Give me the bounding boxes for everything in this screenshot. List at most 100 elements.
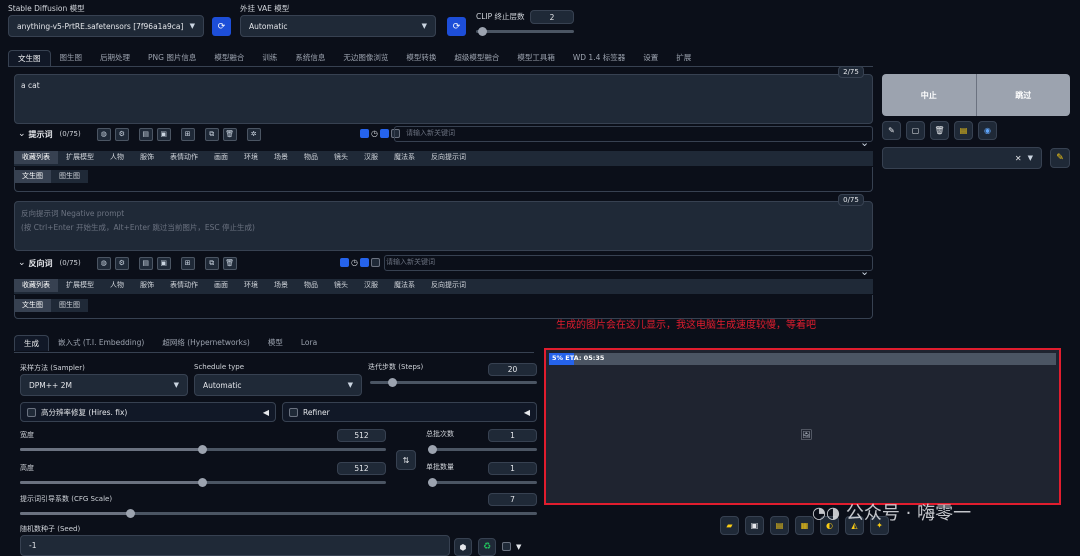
checkbox-checked[interactable] [360,128,369,138]
checkbox[interactable] [390,128,400,138]
negative-category-tab-6[interactable]: 环境 [236,279,266,292]
trash-icon[interactable]: 🗑 [222,256,237,270]
batch-count-input[interactable]: 1 [488,429,537,442]
slider-knob[interactable] [198,478,207,487]
pencil-icon[interactable]: ✎ [882,121,901,140]
negative-category-tab-7[interactable]: 场景 [266,279,296,292]
category-tab-0[interactable]: 收藏列表 [14,151,58,164]
negative-category-tab-10[interactable]: 汉服 [356,279,386,292]
checkbox-checked[interactable] [340,257,349,267]
refiner-checkbox[interactable] [289,407,298,417]
grid-icon[interactable]: ⊞ [180,256,195,270]
main-tab-1[interactable]: 图生图 [51,50,92,66]
swap-dimensions-button[interactable]: ⇅ [396,450,416,470]
cfg-slider[interactable] [20,509,537,518]
gen-tab-4[interactable]: Lora [292,335,326,351]
checkbox-checked[interactable] [359,257,369,267]
refresh-vae-button[interactable]: ⟳ [447,17,466,36]
recycle-icon[interactable]: ♻ [478,538,496,556]
negative-keyword-box[interactable] [384,255,873,271]
hires-fix-accordion[interactable]: 高分辨率修复 (Hires. fix) ◀ [20,402,276,422]
batch-size-input[interactable]: 1 [488,462,537,475]
height-slider[interactable] [20,478,386,487]
styles-select[interactable]: ✕ ▼ [882,147,1042,169]
slider-knob[interactable] [198,445,207,454]
main-tab-10[interactable]: 模型工具箱 [508,50,564,66]
refresh-model-button[interactable]: ⟳ [212,17,231,36]
main-tab-11[interactable]: WD 1.4 标签器 [564,50,634,66]
paste-icon[interactable]: ▤ [138,256,153,270]
negative-category-tab-9[interactable]: 镜头 [326,279,356,292]
clip-skip-slider[interactable] [476,27,574,36]
settings-icon[interactable]: ✲ [246,127,261,141]
slider-knob[interactable] [126,509,135,518]
prompt-textarea[interactable]: a cat [14,74,873,124]
save-icon[interactable]: ▣ [156,127,171,141]
height-input[interactable]: 512 [337,462,386,475]
expand-icon[interactable]: ⌄ [860,136,869,149]
category-tab-8[interactable]: 物品 [296,151,326,164]
interrupt-button[interactable]: 中止 [882,74,977,116]
checkbox[interactable] [370,257,380,267]
negative-category-tab-2[interactable]: 人物 [102,279,132,292]
folder-icon[interactable]: ▰ [720,516,739,535]
zip-icon[interactable]: ▤ [770,516,789,535]
gear-icon[interactable]: ⚙ [114,127,129,141]
clip-skip-input[interactable]: 2 [530,10,574,24]
dice-icon[interactable]: ⬢ [454,538,472,556]
width-input[interactable]: 512 [337,429,386,442]
negative-category-tab-4[interactable]: 表情动作 [162,279,206,292]
seed-input[interactable]: -1 [20,535,450,556]
copy-icon[interactable]: ⧉ [204,256,219,270]
main-tab-13[interactable]: 扩展 [667,50,700,66]
edit-style-icon[interactable]: ✎ [1050,148,1070,168]
category-tab-7[interactable]: 场景 [266,151,296,164]
gen-tab-0[interactable]: 生成 [14,335,49,351]
hires-checkbox[interactable] [27,407,36,417]
collapse-icon[interactable]: ⌄ [18,129,26,139]
main-tab-6[interactable]: 系统信息 [286,50,334,66]
checkbox-checked[interactable] [379,128,389,138]
gen-tab-3[interactable]: 模型 [259,335,292,351]
slider-knob[interactable] [388,378,397,387]
negative-category-tab-11[interactable]: 魔法系 [386,279,423,292]
main-tab-2[interactable]: 后期处理 [91,50,139,66]
steps-input[interactable]: 20 [488,363,537,376]
main-tab-8[interactable]: 模型转换 [397,50,445,66]
vae-select[interactable]: Automatic ▼ [240,15,436,37]
batch-count-slider[interactable] [428,445,537,454]
negative-category-tab-1[interactable]: 扩展模型 [58,279,102,292]
expand-icon[interactable]: ⌄ [860,265,869,278]
negative-keyword-input[interactable]: 请输入新关键词 [386,257,435,267]
main-tab-7[interactable]: 无边图像浏览 [334,50,397,66]
keyword-input-box[interactable] [394,126,873,142]
main-tab-9[interactable]: 超级模型融合 [445,50,508,66]
main-tab-5[interactable]: 训练 [253,50,286,66]
category-tab-1[interactable]: 扩展模型 [58,151,102,164]
main-tab-12[interactable]: 设置 [634,50,667,66]
save-icon[interactable]: ▣ [156,256,171,270]
gear-icon[interactable]: ⚙ [114,256,129,270]
slider-knob[interactable] [428,478,437,487]
trash-icon[interactable]: 🗑 [930,121,949,140]
category-tab-11[interactable]: 魔法系 [386,151,423,164]
square-icon[interactable]: ▢ [906,121,925,140]
clear-icon[interactable]: ✕ [1015,154,1022,163]
negative-category-tab-5[interactable]: 画面 [206,279,236,292]
refiner-accordion[interactable]: Refiner ◀ [282,402,537,422]
schedule-select[interactable]: Automatic ▼ [194,374,362,396]
steps-slider[interactable] [370,378,537,387]
category-tab-6[interactable]: 环境 [236,151,266,164]
category-tab-9[interactable]: 镜头 [326,151,356,164]
main-tab-0[interactable]: 文生图 [8,50,51,66]
globe-icon[interactable]: ◍ [96,127,111,141]
main-tab-3[interactable]: PNG 图片信息 [139,50,205,66]
batch-size-slider[interactable] [428,478,537,487]
width-slider[interactable] [20,445,386,454]
slider-knob[interactable] [428,445,437,454]
gen-tab-1[interactable]: 嵌入式 (T.I. Embedding) [49,335,153,351]
sampler-select[interactable]: DPM++ 2M ▼ [20,374,188,396]
grid-icon[interactable]: ⊞ [180,127,195,141]
skip-button[interactable]: 跳过 [976,74,1070,116]
negative-category-tab-8[interactable]: 物品 [296,279,326,292]
